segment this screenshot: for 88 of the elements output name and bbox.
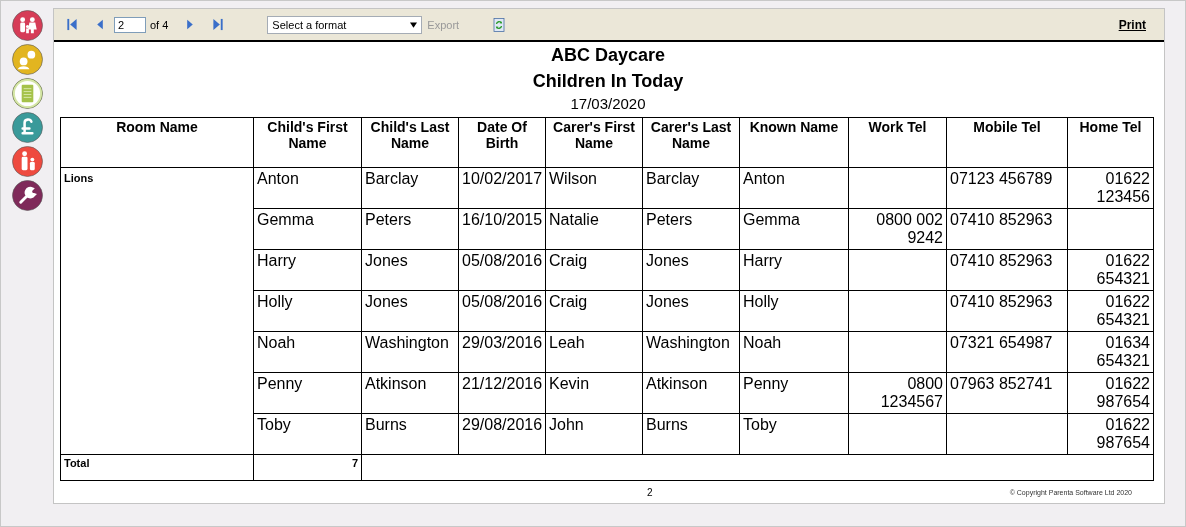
column-header: Room Name bbox=[60, 117, 254, 168]
table-cell: John bbox=[545, 413, 643, 455]
table-cell: Wilson bbox=[545, 167, 643, 209]
table-cell: Lions bbox=[60, 167, 254, 455]
table-cell: Washington bbox=[642, 331, 740, 373]
table-cell: 01622 654321 bbox=[1067, 290, 1154, 332]
report-subtitle: Children In Today bbox=[531, 70, 685, 93]
column-header: Date Of Birth bbox=[458, 117, 546, 168]
table-cell: Peters bbox=[361, 208, 459, 250]
column-header: Carer's Last Name bbox=[642, 117, 740, 168]
table-cell: 01622 987654 bbox=[1067, 372, 1154, 414]
report-title: ABC Daycare bbox=[549, 44, 667, 67]
table-cell: 05/08/2016 bbox=[458, 249, 546, 291]
table-cell: Gemma bbox=[739, 208, 849, 250]
table-cell: 0800 1234567 bbox=[848, 372, 947, 414]
table-cell: Penny bbox=[739, 372, 849, 414]
table-cell: Total bbox=[60, 454, 254, 481]
column-header: Child's First Name bbox=[253, 117, 362, 168]
last-page-icon[interactable] bbox=[212, 18, 225, 31]
first-page-icon[interactable] bbox=[66, 18, 78, 31]
table-cell: Natalie bbox=[545, 208, 643, 250]
table-cell: Holly bbox=[253, 290, 362, 332]
table-cell: 07321 654987 bbox=[946, 331, 1068, 373]
table-cell: 07963 852741 bbox=[946, 372, 1068, 414]
table-cell: 07410 852963 bbox=[946, 208, 1068, 250]
adult-child-icon[interactable] bbox=[11, 146, 43, 177]
column-header: Mobile Tel bbox=[946, 117, 1068, 168]
table-cell: 0800 002 9242 bbox=[848, 208, 947, 250]
table-cell: Jones bbox=[642, 290, 740, 332]
table-cell: 01634 654321 bbox=[1067, 331, 1154, 373]
table-cell: Craig bbox=[545, 290, 643, 332]
page-number: 2 bbox=[647, 486, 653, 498]
table-cell: 21/12/2016 bbox=[458, 372, 546, 414]
table-cell: 01622 987654 bbox=[1067, 413, 1154, 455]
family-icon[interactable] bbox=[11, 10, 43, 41]
table-cell: 07123 456789 bbox=[946, 167, 1068, 209]
table-cell: Toby bbox=[739, 413, 849, 455]
table-cell: Leah bbox=[545, 331, 643, 373]
table-cell: Anton bbox=[253, 167, 362, 209]
table-cell: Gemma bbox=[253, 208, 362, 250]
table-cell: Noah bbox=[739, 331, 849, 373]
table-cell: Barclay bbox=[642, 167, 740, 209]
table-cell: Barclay bbox=[361, 167, 459, 209]
table-cell: Washington bbox=[361, 331, 459, 373]
table-cell: Atkinson bbox=[361, 372, 459, 414]
table-cell: Anton bbox=[739, 167, 849, 209]
table-cell: Toby bbox=[253, 413, 362, 455]
pound-icon[interactable] bbox=[11, 112, 43, 143]
report-date: 17/03/2020 bbox=[569, 94, 647, 114]
table-cell: Craig bbox=[545, 249, 643, 291]
document-icon[interactable] bbox=[11, 78, 43, 109]
table-cell: Burns bbox=[642, 413, 740, 455]
table-cell: 01622 654321 bbox=[1067, 249, 1154, 291]
table-cell: 7 bbox=[253, 454, 362, 481]
column-header: Carer's First Name bbox=[545, 117, 643, 168]
column-header: Known Name bbox=[739, 117, 849, 168]
table-cell: Noah bbox=[253, 331, 362, 373]
people-icon[interactable] bbox=[11, 44, 43, 75]
caret-icon bbox=[410, 21, 418, 28]
table-cell: Jones bbox=[361, 290, 459, 332]
table-cell: 07410 852963 bbox=[946, 290, 1068, 332]
table-cell: Penny bbox=[253, 372, 362, 414]
table-cell: Harry bbox=[739, 249, 849, 291]
column-header: Work Tel bbox=[848, 117, 947, 168]
print-link[interactable]: Print bbox=[1118, 17, 1146, 32]
refresh-icon[interactable] bbox=[493, 17, 506, 32]
table-cell: 29/08/2016 bbox=[458, 413, 546, 455]
table-cell: Holly bbox=[739, 290, 849, 332]
wrench-icon[interactable] bbox=[11, 180, 43, 211]
table-cell: 05/08/2016 bbox=[458, 290, 546, 332]
table-cell: 10/02/2017 bbox=[458, 167, 546, 209]
table-cell: 01622 123456 bbox=[1067, 167, 1154, 209]
column-header: Home Tel bbox=[1067, 117, 1154, 168]
table-cell: Atkinson bbox=[642, 372, 740, 414]
table-cell: 07410 852963 bbox=[946, 249, 1068, 291]
table-cell: Kevin bbox=[545, 372, 643, 414]
page-count: of 4 bbox=[150, 18, 169, 31]
table-cell: Harry bbox=[253, 249, 362, 291]
table-cell: Jones bbox=[642, 249, 740, 291]
previous-page-icon[interactable] bbox=[94, 18, 106, 31]
table-cell: Jones bbox=[361, 249, 459, 291]
format-dropdown[interactable]: Select a format bbox=[267, 15, 423, 34]
table-cell: Burns bbox=[361, 413, 459, 455]
table-cell: 29/03/2016 bbox=[458, 331, 546, 373]
table-cell: Peters bbox=[642, 208, 740, 250]
table-cell: 16/10/2015 bbox=[458, 208, 546, 250]
column-header: Child's Last Name bbox=[361, 117, 459, 168]
page-field[interactable]: 2 bbox=[114, 16, 146, 33]
